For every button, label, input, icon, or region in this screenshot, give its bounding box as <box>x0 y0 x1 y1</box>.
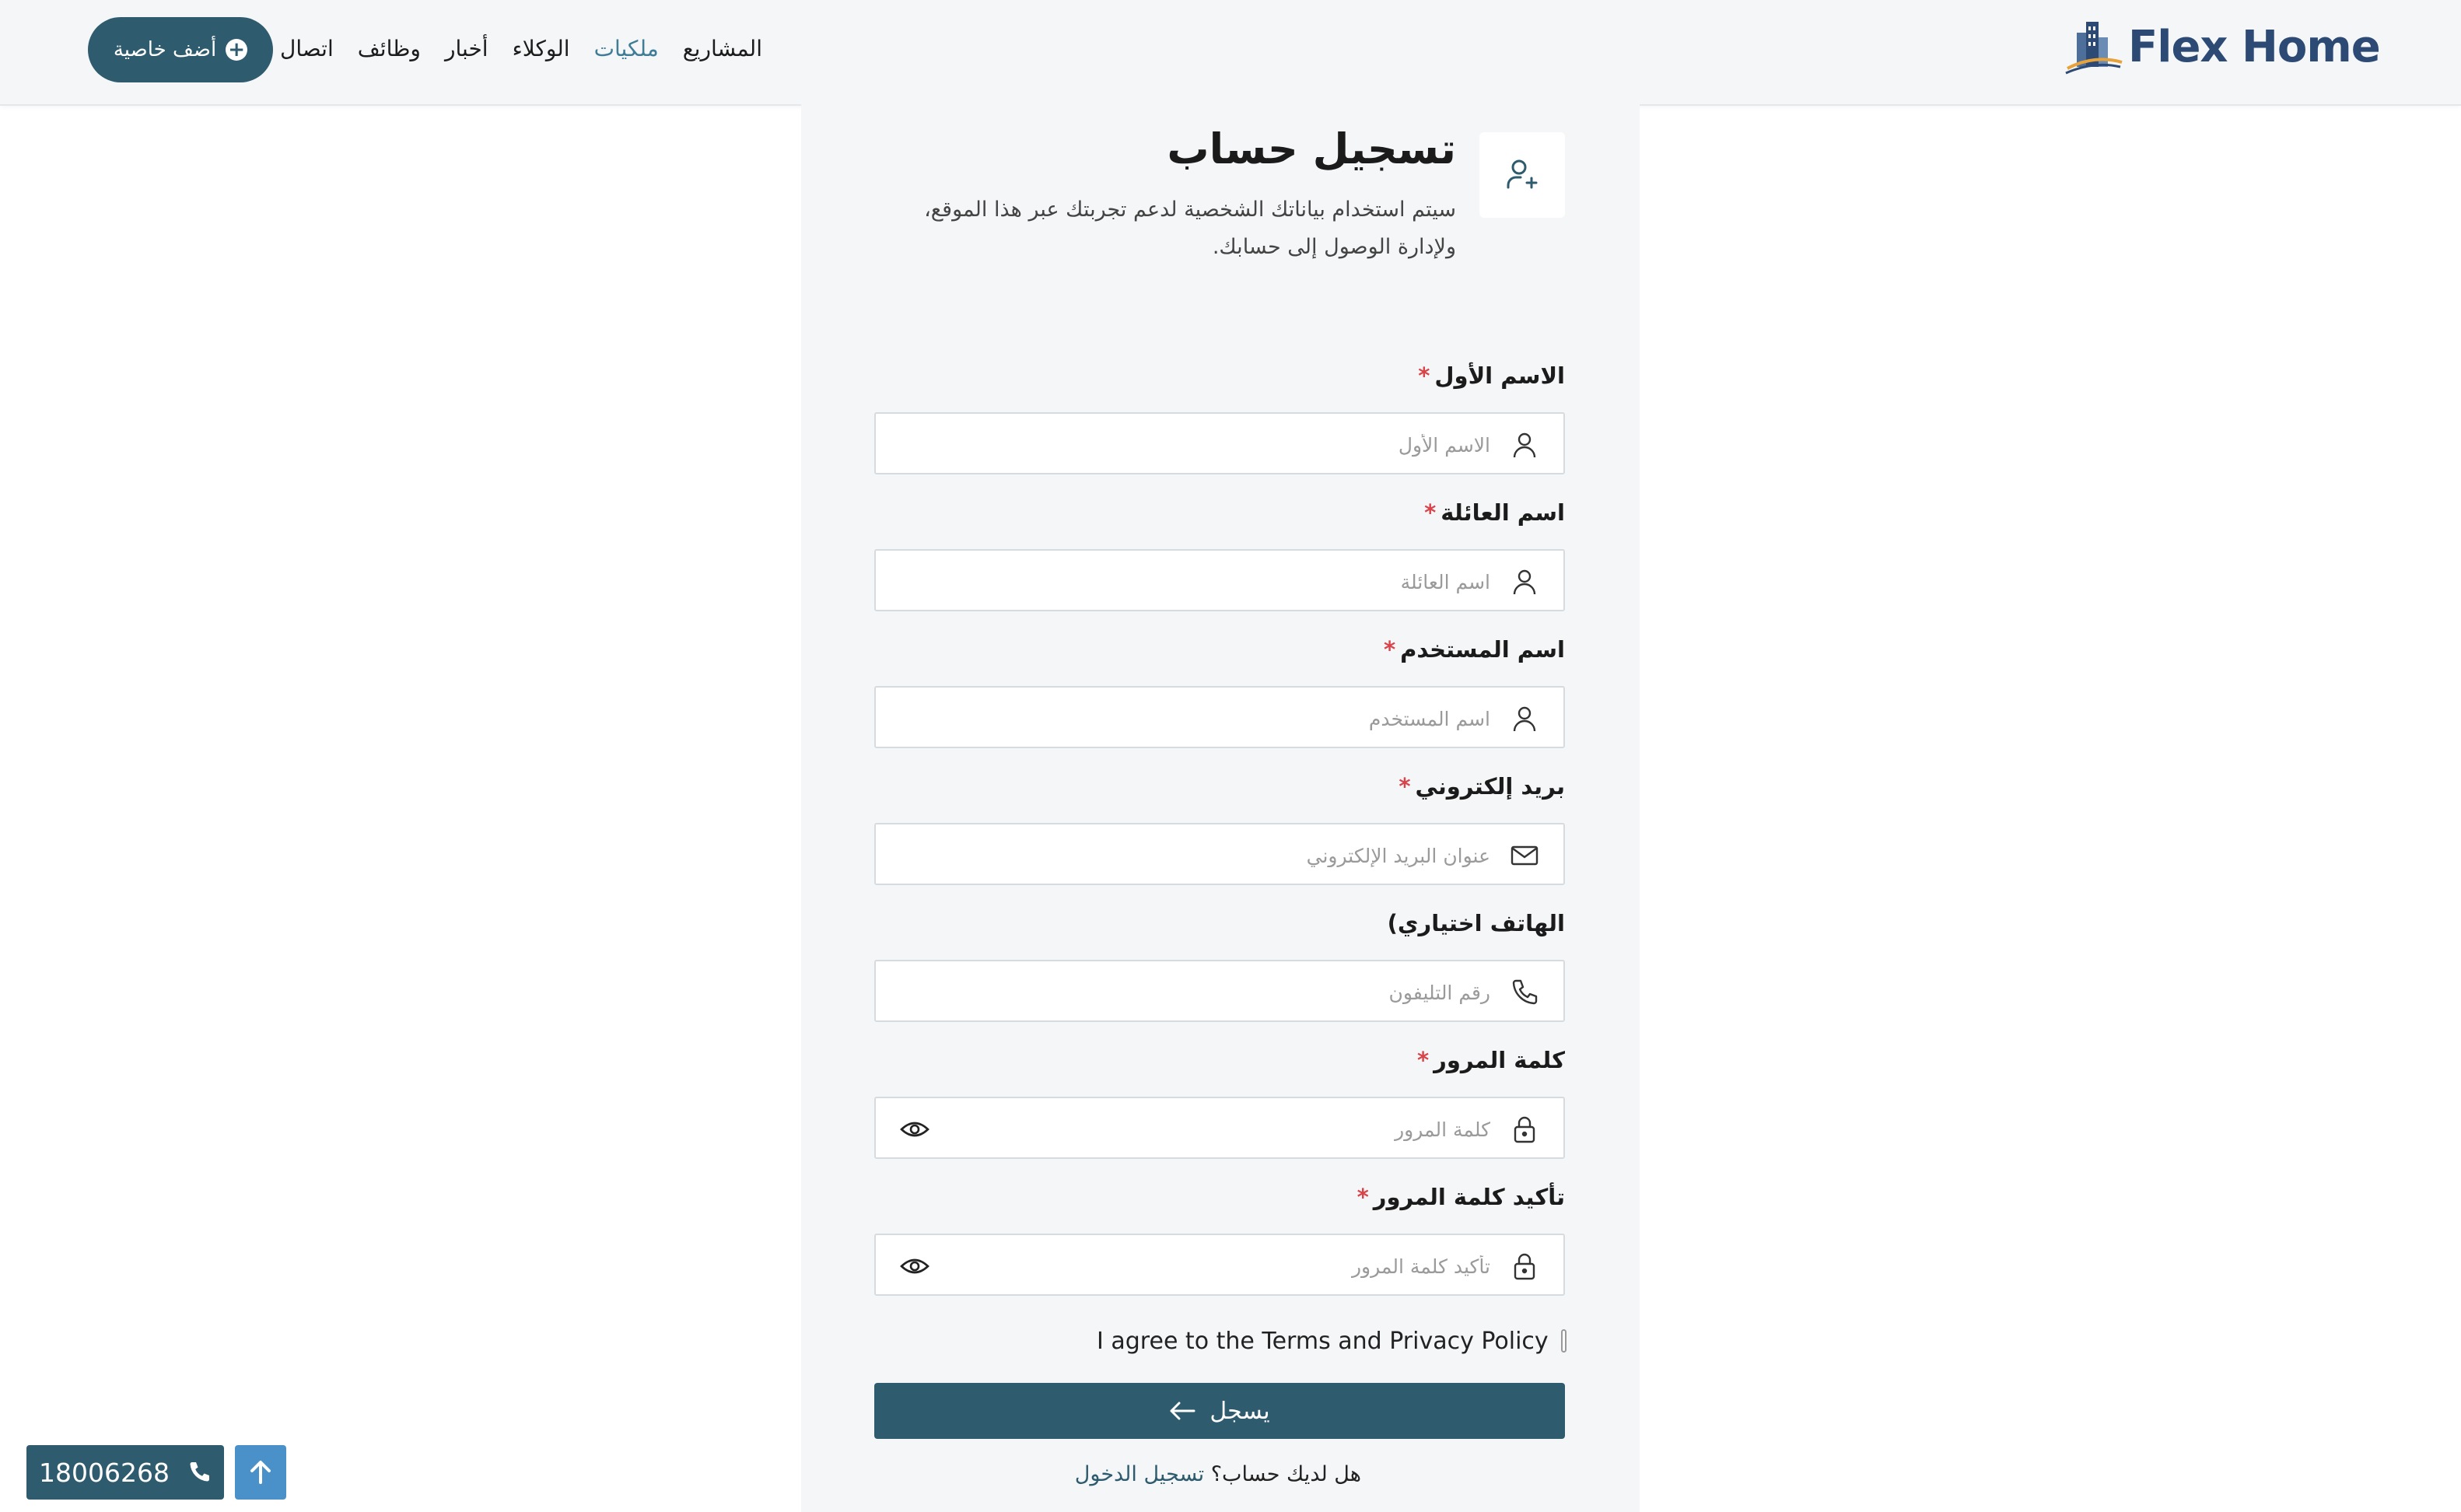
plus-circle-icon: + <box>226 39 248 61</box>
required-marker: * <box>1384 636 1396 663</box>
mail-icon <box>1509 840 1540 871</box>
password-label: كلمة المرور* <box>1417 1047 1565 1073</box>
show-confirm-password-eye-icon[interactable] <box>899 1254 930 1279</box>
phone-label: الهاتف اختياري) <box>1383 910 1565 936</box>
confirm-password-input[interactable] <box>991 1246 1492 1286</box>
required-marker: * <box>1399 773 1411 800</box>
show-password-eye-icon[interactable] <box>899 1117 930 1142</box>
nav-item-careers[interactable]: وظائف <box>358 36 421 61</box>
first-name-label-text: الاسم الأول <box>1434 362 1565 389</box>
register-panel <box>801 104 1640 1512</box>
lock-icon <box>1509 1114 1540 1145</box>
nav-item-properties[interactable]: ملكيات <box>594 36 659 61</box>
arrow-left-icon <box>1170 1402 1195 1420</box>
terms-row: I agree to the Terms and Privacy Policy <box>1097 1322 1567 1360</box>
scroll-to-top-button[interactable] <box>235 1445 286 1500</box>
site-logo[interactable]: Flex Home <box>2063 14 2381 79</box>
email-label-text: بريد إلكتروني <box>1415 773 1566 800</box>
page-subtitle: سيتم استخدام بياناتك الشخصية لدعم تجربتك… <box>924 198 1456 259</box>
user-icon <box>1509 429 1540 460</box>
nav-item-projects[interactable]: المشاريع <box>683 36 762 61</box>
username-field <box>874 686 1565 748</box>
logo-text: Flex Home <box>2128 21 2381 72</box>
user-icon <box>1509 566 1540 597</box>
first-name-field <box>874 412 1565 474</box>
required-marker: * <box>1357 1184 1369 1210</box>
phone-icon <box>1509 977 1540 1008</box>
register-submit-button[interactable]: يسجل <box>874 1383 1565 1439</box>
login-prompt: هل لديك حساب؟ تسجيل الدخول <box>1075 1462 1361 1486</box>
main-nav: المشاريع ملكيات الوكلاء أخبار وظائف اتصا… <box>280 28 762 68</box>
floating-phone-button[interactable]: 18006268 <box>26 1445 224 1500</box>
site-header: Flex Home المشاريع ملكيات الوكلاء أخبار … <box>0 0 2461 106</box>
register-submit-label: يسجل <box>1209 1397 1270 1425</box>
required-marker: * <box>1424 499 1437 526</box>
phone-field <box>874 960 1565 1022</box>
last-name-label: اسم العائلة* <box>1424 499 1565 526</box>
required-marker: * <box>1418 362 1430 389</box>
username-label: اسم المستخدم* <box>1384 636 1565 663</box>
email-field <box>874 823 1565 885</box>
nav-item-news[interactable]: أخبار <box>445 36 488 61</box>
page-title: تسجيل حساب <box>1167 124 1456 173</box>
first-name-input[interactable] <box>991 425 1492 465</box>
terms-label: I agree to the Terms and Privacy Policy <box>1097 1327 1549 1355</box>
add-property-button[interactable]: + أضف خاصية <box>88 17 273 82</box>
user-icon <box>1509 703 1540 734</box>
first-name-label: الاسم الأول* <box>1418 362 1565 389</box>
last-name-input[interactable] <box>991 562 1492 602</box>
lock-icon <box>1509 1251 1540 1282</box>
arrow-up-icon <box>250 1461 271 1484</box>
password-label-text: كلمة المرور <box>1434 1047 1565 1073</box>
phone-number: 18006268 <box>39 1457 170 1488</box>
phone-input[interactable] <box>991 972 1492 1013</box>
password-input[interactable] <box>991 1109 1492 1150</box>
confirm-password-field <box>874 1234 1565 1296</box>
phone-icon <box>190 1462 209 1482</box>
terms-checkbox[interactable] <box>1560 1329 1567 1353</box>
confirm-password-label-text: تأكيد كلمة المرور <box>1373 1184 1565 1210</box>
logo-building-icon <box>2065 22 2123 75</box>
last-name-field <box>874 549 1565 611</box>
last-name-label-text: اسم العائلة <box>1441 499 1565 526</box>
nav-item-agents[interactable]: الوكلاء <box>513 36 570 61</box>
title-user-plus-icon <box>1479 132 1565 218</box>
have-account-text: هل لديك حساب؟ <box>1210 1462 1361 1486</box>
required-marker: * <box>1416 1047 1430 1073</box>
phone-label-text: الهاتف اختياري) <box>1387 910 1565 936</box>
username-label-text: اسم المستخدم <box>1400 636 1565 663</box>
email-input[interactable] <box>991 835 1492 876</box>
add-property-label: أضف خاصية <box>113 38 217 61</box>
nav-item-contact[interactable]: اتصال <box>280 36 334 61</box>
login-link[interactable]: تسجيل الدخول <box>1075 1462 1204 1486</box>
password-field <box>874 1097 1565 1159</box>
email-label: بريد إلكتروني* <box>1399 773 1565 800</box>
confirm-password-label: تأكيد كلمة المرور* <box>1357 1184 1565 1210</box>
username-input[interactable] <box>991 698 1492 739</box>
